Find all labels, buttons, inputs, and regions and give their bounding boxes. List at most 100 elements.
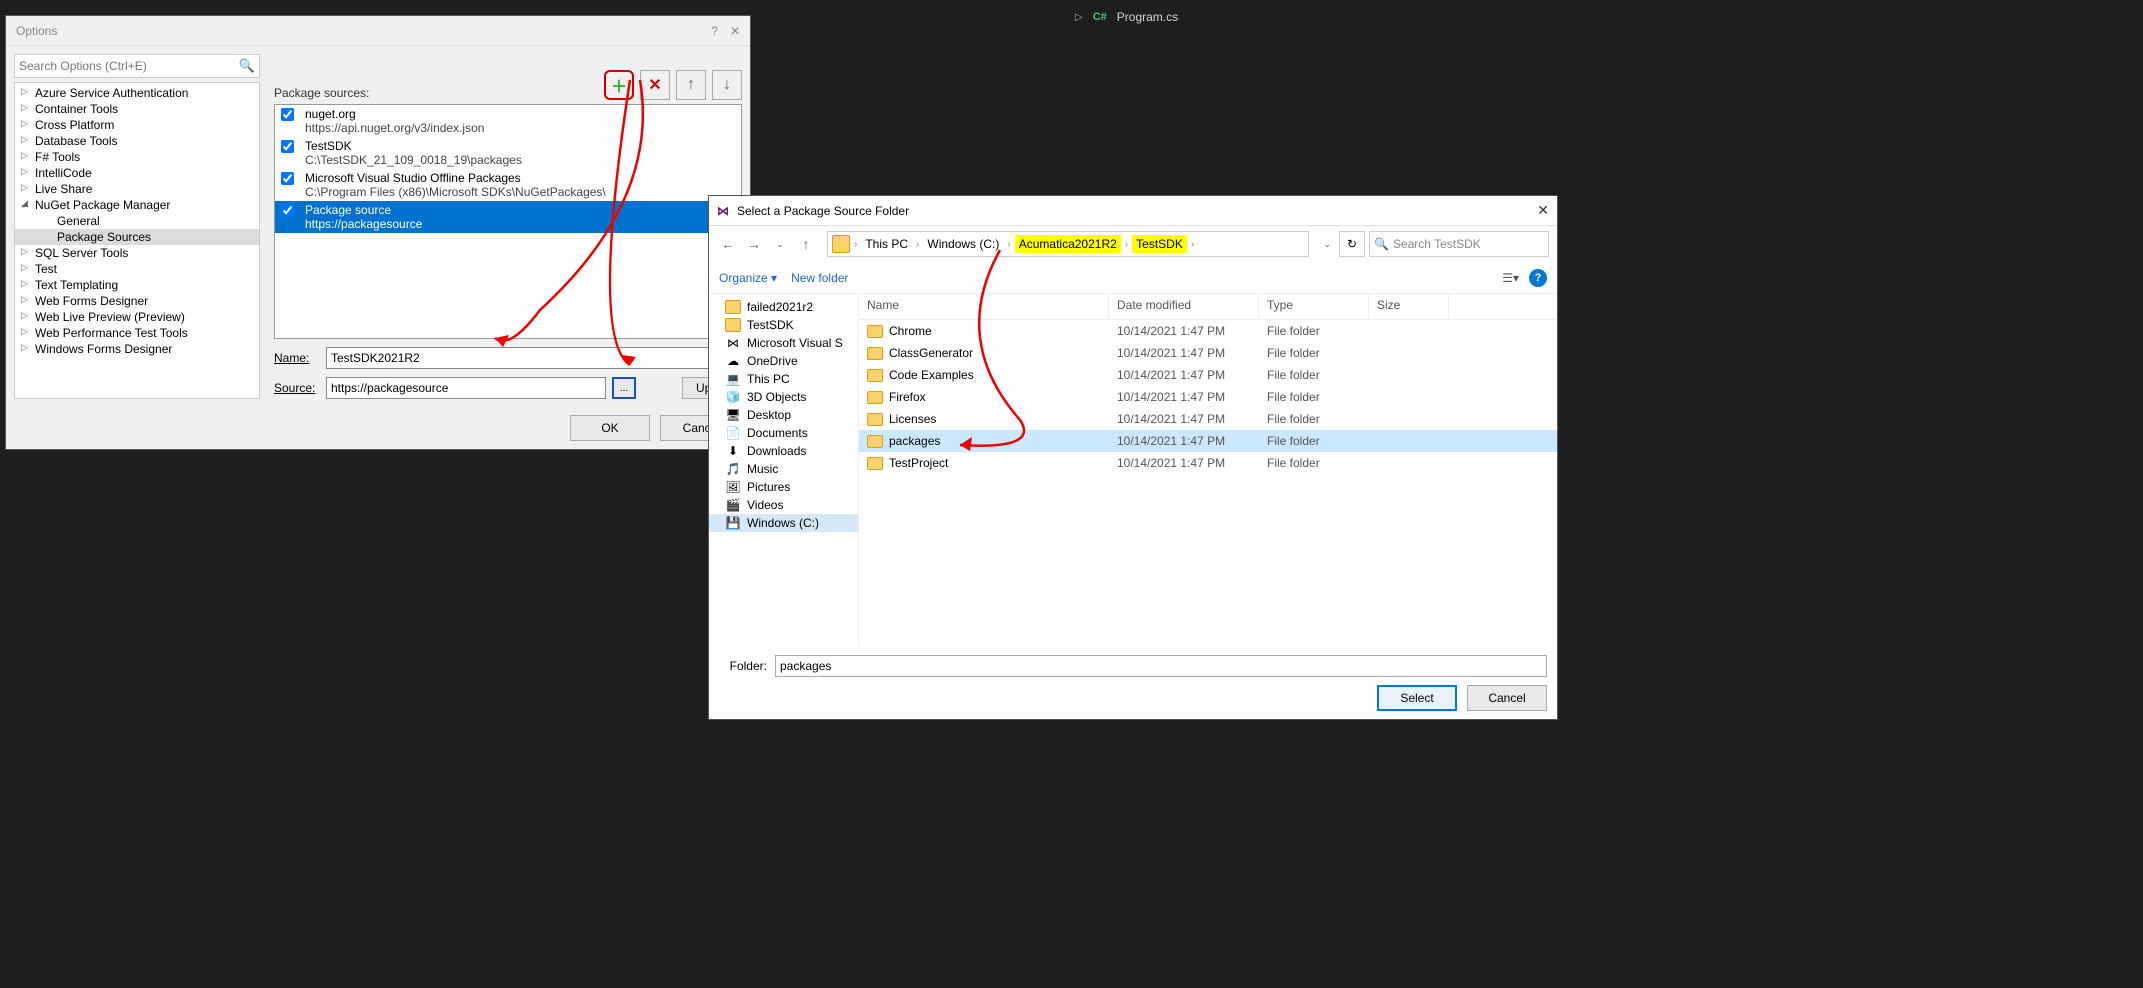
options-titlebar: Options ? ✕: [6, 16, 750, 46]
file-row[interactable]: Licenses10/14/2021 1:47 PMFile folder: [859, 408, 1557, 430]
tree-item[interactable]: Web Live Preview (Preview): [15, 309, 259, 325]
play-icon: ▷: [1075, 12, 1083, 23]
help-icon[interactable]: ?: [711, 24, 718, 38]
editor-filename[interactable]: Program.cs: [1117, 10, 1178, 24]
breadcrumb-item[interactable]: TestSDK: [1132, 235, 1187, 253]
tree-item[interactable]: Test: [15, 261, 259, 277]
source-checkbox[interactable]: [281, 140, 294, 153]
folder-tree-item[interactable]: 🖥Desktop: [709, 406, 858, 424]
col-type[interactable]: Type: [1259, 294, 1369, 319]
source-item[interactable]: TestSDKC:\TestSDK_21_109_0018_19\package…: [275, 137, 741, 169]
source-item[interactable]: Microsoft Visual Studio Offline Packages…: [275, 169, 741, 201]
file-row[interactable]: packages10/14/2021 1:47 PMFile folder: [859, 430, 1557, 452]
breadcrumb[interactable]: › This PC›Windows (C:)›Acumatica2021R2›T…: [827, 231, 1309, 257]
file-row[interactable]: ClassGenerator10/14/2021 1:47 PMFile fol…: [859, 342, 1557, 364]
new-folder-button[interactable]: New folder: [791, 271, 848, 285]
source-checkbox[interactable]: [281, 172, 294, 185]
file-row[interactable]: Firefox10/14/2021 1:47 PMFile folder: [859, 386, 1557, 408]
tree-item[interactable]: Web Performance Test Tools: [15, 325, 259, 341]
file-list-pane: Name Date modified Type Size Chrome10/14…: [859, 294, 1557, 647]
folder-tree[interactable]: failed2021r2TestSDK⋈Microsoft Visual S☁O…: [709, 294, 859, 647]
tree-item[interactable]: Windows Forms Designer: [15, 341, 259, 357]
chevron-right-icon: ›: [914, 239, 921, 250]
folder-icon: [867, 347, 883, 360]
folder-icon: [867, 391, 883, 404]
folder-search-placeholder: Search TestSDK: [1393, 237, 1481, 251]
source-checkbox[interactable]: [281, 108, 294, 121]
folder-tree-item[interactable]: ⬇Downloads: [709, 442, 858, 460]
source-item[interactable]: Package sourcehttps://packagesource: [275, 201, 741, 233]
tree-item[interactable]: F# Tools: [15, 149, 259, 165]
breadcrumb-item[interactable]: Acumatica2021R2: [1015, 235, 1121, 253]
tree-child[interactable]: General: [15, 213, 259, 229]
file-row[interactable]: TestProject10/14/2021 1:47 PMFile folder: [859, 452, 1557, 474]
sources-list[interactable]: nuget.orghttps://api.nuget.org/v3/index.…: [274, 104, 742, 339]
folder-tree-item[interactable]: 💾Windows (C:): [709, 514, 858, 532]
folder-tree-item[interactable]: failed2021r2: [709, 298, 858, 316]
folder-tree-item[interactable]: 🎵Music: [709, 460, 858, 478]
folder-tree-item[interactable]: TestSDK: [709, 316, 858, 334]
tree-item[interactable]: SQL Server Tools: [15, 245, 259, 261]
tree-item[interactable]: IntelliCode: [15, 165, 259, 181]
source-checkbox[interactable]: [281, 204, 294, 217]
name-input[interactable]: [326, 347, 742, 369]
source-input[interactable]: [326, 377, 606, 399]
ok-button[interactable]: OK: [570, 415, 650, 441]
folder-tree-item[interactable]: 🎬Videos: [709, 496, 858, 514]
folder-tree-item[interactable]: ⋈Microsoft Visual S: [709, 334, 858, 352]
folder-input[interactable]: [775, 655, 1547, 677]
tree-item[interactable]: Container Tools: [15, 101, 259, 117]
tree-item[interactable]: Web Forms Designer: [15, 293, 259, 309]
file-row[interactable]: Chrome10/14/2021 1:47 PMFile folder: [859, 320, 1557, 342]
options-search[interactable]: 🔍: [14, 54, 260, 78]
options-title-text: Options: [16, 24, 57, 38]
view-button[interactable]: ☰▾: [1502, 271, 1519, 285]
folder-search[interactable]: 🔍 Search TestSDK: [1369, 231, 1549, 257]
add-source-button[interactable]: ＋: [604, 70, 634, 100]
csharp-icon: C#: [1093, 11, 1107, 23]
folder-nav: ← → ⌄ ↑ › This PC›Windows (C:)›Acumatica…: [709, 226, 1557, 262]
tree-child[interactable]: Package Sources: [15, 229, 259, 245]
recent-dropdown[interactable]: ⌄: [769, 239, 791, 250]
breadcrumb-dropdown[interactable]: ⌄: [1319, 239, 1335, 250]
folder-tree-item[interactable]: 🧊3D Objects: [709, 388, 858, 406]
tree-item[interactable]: Database Tools: [15, 133, 259, 149]
tree-item[interactable]: Azure Service Authentication: [15, 85, 259, 101]
cancel-button[interactable]: Cancel: [1467, 685, 1547, 711]
help-button[interactable]: ?: [1529, 269, 1547, 287]
close-icon[interactable]: ✕: [730, 24, 740, 38]
close-icon[interactable]: ✕: [1537, 202, 1549, 219]
tree-item[interactable]: NuGet Package Manager: [15, 197, 259, 213]
file-list[interactable]: Chrome10/14/2021 1:47 PMFile folderClass…: [859, 320, 1557, 474]
refresh-button[interactable]: ↻: [1339, 231, 1365, 257]
folder-tree-item[interactable]: ☁OneDrive: [709, 352, 858, 370]
back-button[interactable]: ←: [717, 236, 739, 252]
col-size[interactable]: Size: [1369, 294, 1449, 319]
folder-icon: [867, 369, 883, 382]
col-name[interactable]: Name: [859, 294, 1109, 319]
tree-item[interactable]: Cross Platform: [15, 117, 259, 133]
folder-tree-item[interactable]: 📄Documents: [709, 424, 858, 442]
tree-item[interactable]: Live Share: [15, 181, 259, 197]
tree-item[interactable]: Text Templating: [15, 277, 259, 293]
file-row[interactable]: Code Examples10/14/2021 1:47 PMFile fold…: [859, 364, 1557, 386]
search-icon: 🔍: [1374, 237, 1389, 251]
col-date[interactable]: Date modified: [1109, 294, 1259, 319]
delete-source-button[interactable]: ✕: [640, 70, 670, 100]
options-search-input[interactable]: [19, 59, 239, 73]
options-tree[interactable]: Azure Service AuthenticationContainer To…: [14, 82, 260, 399]
breadcrumb-item[interactable]: Windows (C:): [923, 235, 1003, 253]
browse-button[interactable]: ...: [612, 377, 636, 399]
folder-tree-item[interactable]: 💻This PC: [709, 370, 858, 388]
file-list-header[interactable]: Name Date modified Type Size: [859, 294, 1557, 320]
up-button[interactable]: ↑: [795, 236, 817, 252]
forward-button[interactable]: →: [743, 236, 765, 252]
source-item[interactable]: nuget.orghttps://api.nuget.org/v3/index.…: [275, 105, 741, 137]
breadcrumb-item[interactable]: This PC: [861, 235, 912, 253]
folder-tree-item[interactable]: 🖼Pictures: [709, 478, 858, 496]
select-button[interactable]: Select: [1377, 685, 1457, 711]
move-down-button[interactable]: ↓: [712, 70, 742, 100]
folder-dialog-title: Select a Package Source Folder: [737, 204, 909, 218]
move-up-button[interactable]: ↑: [676, 70, 706, 100]
organize-button[interactable]: Organize ▾: [719, 271, 777, 285]
